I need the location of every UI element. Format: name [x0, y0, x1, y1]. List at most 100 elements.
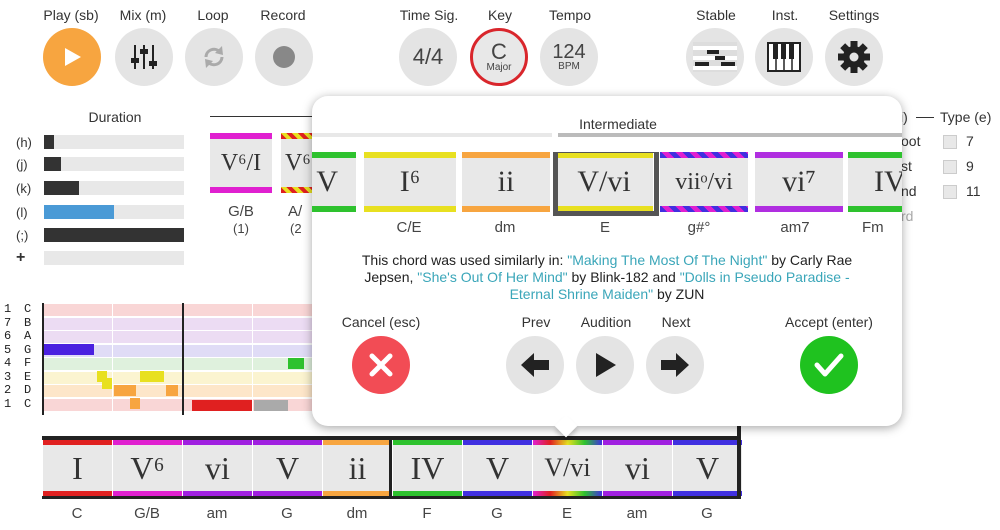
roll-degree: 3	[4, 369, 12, 384]
palette-card-2[interactable]: V⁶	[281, 133, 312, 193]
tempo-label: Tempo	[548, 7, 592, 23]
progression-chord[interactable]: V	[672, 440, 742, 496]
record-button[interactable]	[255, 28, 313, 86]
roll-note-block[interactable]	[166, 385, 178, 396]
cancel-button[interactable]	[352, 336, 410, 394]
loop-button[interactable]	[185, 28, 243, 86]
progression-chord[interactable]: V⁶	[112, 440, 182, 496]
level-track-left	[312, 133, 552, 137]
card-color-bot	[462, 206, 550, 212]
stable-button[interactable]	[686, 28, 744, 86]
roll-row[interactable]	[42, 370, 312, 384]
duration-key: +	[16, 249, 26, 266]
roll-note-block[interactable]	[288, 358, 304, 369]
chord-numeral: IV	[410, 449, 445, 486]
suggestion-strip: V I⁶ ii V/vi viiᵒ/vi vi⁷ IV	[312, 152, 902, 216]
suggestion-card[interactable]: ii	[462, 152, 550, 212]
palette-card-1[interactable]: V⁶/I	[210, 133, 272, 193]
roll-note-block[interactable]	[130, 398, 140, 409]
roll-note-block[interactable]	[102, 378, 112, 389]
duration-fill	[44, 228, 184, 242]
suggestion-card[interactable]: IV	[848, 152, 902, 212]
duration-row[interactable]: (l)	[16, 205, 184, 220]
chord-suggestion-popup: Intermediate V I⁶ ii V/vi viiᵒ/vi vi⁷ IV C/E dm…	[312, 96, 902, 438]
bar-line	[389, 436, 392, 499]
record-dot-icon	[273, 46, 295, 68]
duration-fill	[44, 205, 114, 219]
prev-label: Prev	[521, 314, 551, 330]
chord-numeral: vi	[205, 449, 230, 486]
progression-chord[interactable]: ii	[322, 440, 392, 496]
settings-button[interactable]	[825, 28, 883, 86]
chord-name: G	[701, 505, 713, 522]
chord-color-top	[183, 440, 252, 445]
progression-chord[interactable]: V	[462, 440, 532, 496]
chord-name: G/B	[134, 505, 160, 522]
type-side-label: nd	[901, 183, 917, 199]
next-button[interactable]	[646, 336, 704, 394]
duration-row[interactable]: +	[16, 249, 184, 266]
play-button[interactable]	[43, 28, 101, 86]
duration-bar[interactable]	[44, 157, 184, 171]
duration-bar[interactable]	[44, 251, 184, 265]
progression-chord[interactable]: IV	[392, 440, 462, 496]
roll-row[interactable]	[42, 330, 312, 343]
duration-row[interactable]: (;)	[16, 228, 184, 243]
duration-row[interactable]: (j)	[16, 157, 184, 172]
key-button[interactable]: C Major	[470, 28, 528, 86]
song-link-1[interactable]: "Making The Most Of The Night"	[567, 252, 767, 268]
card-name: dm	[494, 219, 516, 236]
chord-color-top	[113, 440, 182, 445]
suggestion-card[interactable]: V	[312, 152, 356, 212]
roll-row[interactable]	[42, 303, 312, 316]
duration-row[interactable]: (k)	[16, 181, 184, 196]
type-checkbox[interactable]	[943, 185, 957, 199]
roll-note-block[interactable]	[192, 400, 252, 411]
timesig-button[interactable]: 4/4	[399, 28, 457, 86]
type-checkbox[interactable]	[943, 135, 957, 149]
duration-fill	[44, 181, 79, 195]
prev-button[interactable]	[506, 336, 564, 394]
progression-chord[interactable]: I	[42, 440, 112, 496]
mix-button[interactable]	[115, 28, 173, 86]
usage-by-2: by Blink-182 and	[567, 269, 680, 285]
song-link-2[interactable]: "She's Out Of Her Mind"	[417, 269, 567, 285]
chord-numeral: vi	[625, 449, 650, 486]
card-color-top	[312, 152, 356, 158]
roll-note-block[interactable]	[254, 400, 288, 411]
suggestion-card[interactable]: viiᵒ/vi	[660, 152, 748, 212]
card-name: am7	[780, 219, 810, 236]
audition-button[interactable]	[576, 336, 634, 394]
progression-chord[interactable]: V	[252, 440, 322, 496]
accept-button[interactable]	[800, 336, 858, 394]
duration-bar[interactable]	[44, 228, 184, 242]
tempo-button[interactable]: 124 BPM	[540, 28, 598, 86]
roll-row[interactable]	[42, 357, 312, 370]
roll-note-block[interactable]	[44, 344, 94, 355]
duration-row[interactable]: (h)	[16, 134, 184, 150]
tempo-value: 124	[552, 41, 586, 63]
instrument-button[interactable]	[755, 28, 813, 86]
end-bar-line	[737, 426, 741, 499]
duration-fill	[44, 135, 54, 149]
duration-key: (h)	[16, 134, 32, 150]
suggestion-card[interactable]: I⁶	[364, 152, 456, 212]
roll-note-block[interactable]	[114, 385, 136, 396]
roll-note-block[interactable]	[140, 371, 164, 382]
roll-note: C	[24, 396, 32, 411]
card-numeral: viiᵒ/vi	[675, 168, 733, 195]
duration-bar[interactable]	[44, 135, 184, 149]
roll-row[interactable]	[42, 316, 312, 330]
suggestion-card[interactable]: vi⁷	[755, 152, 843, 212]
duration-bar[interactable]	[44, 181, 184, 195]
type-option-label: 9	[966, 158, 974, 174]
type-title: Type (e)	[940, 109, 992, 125]
progression-chord[interactable]: vi	[602, 440, 672, 496]
progression-chord[interactable]: vi	[182, 440, 252, 496]
chord-numeral: ii	[348, 449, 367, 486]
type-checkbox[interactable]	[943, 160, 957, 174]
chord-name: dm	[346, 505, 368, 522]
duration-bar[interactable]	[44, 205, 184, 219]
progression-chord[interactable]: V/vi	[532, 440, 602, 496]
roll-bar-line	[42, 303, 44, 415]
